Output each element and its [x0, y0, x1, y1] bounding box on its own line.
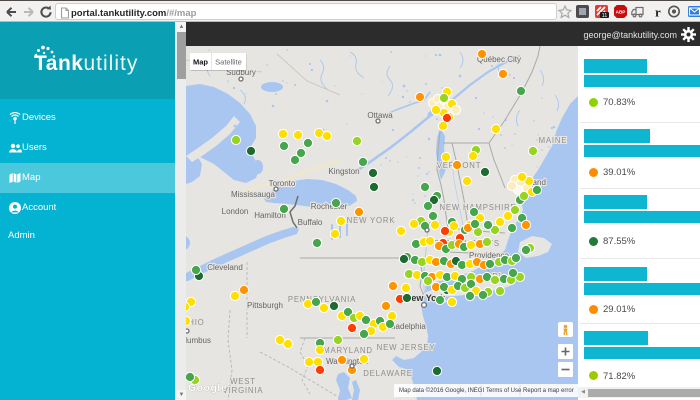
svg-text:London: London — [222, 207, 249, 216]
svg-text:MARYLAND: MARYLAND — [323, 346, 373, 355]
svg-text:Buffalo: Buffalo — [298, 218, 323, 227]
svg-text:Columbus: Columbus — [186, 336, 211, 345]
svg-text:VIRGINIA: VIRGINIA — [223, 386, 264, 395]
svg-text:Rochester: Rochester — [311, 202, 348, 211]
svg-text:NEW YORK: NEW YORK — [347, 216, 396, 225]
svg-text:Pittsburgh: Pittsburgh — [247, 301, 283, 310]
svg-text:DELAWARE: DELAWARE — [363, 369, 413, 378]
svg-text:Ottawa: Ottawa — [367, 111, 393, 120]
svg-text:PENNSYLVANIA: PENNSYLVANIA — [288, 295, 356, 304]
svg-text:Map: Map — [193, 58, 208, 67]
svg-text:Mississauga: Mississauga — [231, 190, 276, 199]
svg-text:Terms of Use: Terms of Use — [486, 388, 522, 394]
svg-text:Report a map error: Report a map error — [523, 388, 574, 394]
svg-text:ABP: ABP — [616, 10, 626, 15]
svg-text:Cleveland: Cleveland — [207, 263, 243, 272]
svg-text:NEW JERSEY: NEW JERSEY — [377, 343, 436, 352]
svg-text:Map data ©2016 Google, INEGI: Map data ©2016 Google, INEGI — [399, 387, 484, 394]
svg-text:Kingston: Kingston — [328, 167, 359, 176]
svg-text:Google: Google — [188, 382, 227, 394]
svg-text:11: 11 — [602, 13, 608, 19]
svg-text:MAINE: MAINE — [539, 136, 568, 145]
svg-text:Toronto: Toronto — [269, 179, 296, 188]
svg-text:Satellite: Satellite — [215, 58, 242, 67]
svg-text:WEST: WEST — [230, 377, 256, 386]
svg-text:r: r — [655, 5, 661, 19]
